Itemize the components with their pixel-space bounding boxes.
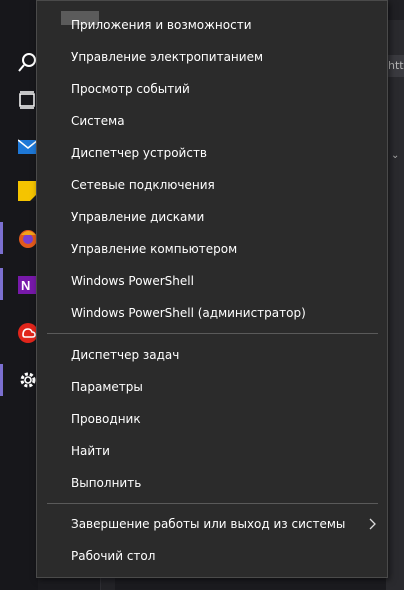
menu-item-label: Параметры (71, 380, 143, 394)
background-window: http ⌄ (386, 0, 404, 590)
menu-item-label: Диспетчер устройств (71, 146, 208, 160)
menu-item-task-manager[interactable]: Диспетчер задач (37, 339, 387, 371)
sticky-notes-icon (18, 181, 38, 201)
menu-item-computer-management[interactable]: Управление компьютером (37, 233, 387, 265)
menu-item-label: Управление электропитанием (71, 50, 263, 64)
menu-item-event-viewer[interactable]: Просмотр событий (37, 73, 387, 105)
menu-item-label: Проводник (71, 412, 141, 426)
taskbar-search[interactable] (0, 42, 38, 82)
menu-item-label: Управление компьютером (71, 242, 238, 256)
svg-text:N: N (21, 278, 30, 293)
menu-item-powershell[interactable]: Windows PowerShell (37, 265, 387, 297)
menu-item-shutdown-signout[interactable]: Завершение работы или выход из системы (37, 508, 387, 540)
onenote-icon: N (18, 276, 36, 294)
taskbar-creative-cloud[interactable] (0, 312, 38, 352)
taskbar-onenote[interactable]: N (0, 264, 38, 304)
chevron-down-icon: ⌄ (391, 150, 400, 161)
taskbar: N (0, 0, 38, 590)
firefox-icon (19, 230, 37, 248)
menu-item-label: Найти (71, 444, 110, 458)
settings-gear-icon (20, 372, 36, 388)
menu-item-label: Выполнить (71, 476, 142, 490)
menu-item-settings[interactable]: Параметры (37, 371, 387, 403)
menu-item-label: Windows PowerShell (администратор) (71, 306, 306, 320)
menu-item-label: Управление дисками (71, 210, 205, 224)
menu-item-label: Сетевые подключения (71, 178, 215, 192)
taskbar-mail[interactable] (0, 126, 38, 166)
menu-item-device-manager[interactable]: Диспетчер устройств (37, 137, 387, 169)
background-tab (388, 0, 404, 20)
search-icon (18, 53, 36, 72)
menu-item-network-connections[interactable]: Сетевые подключения (37, 169, 387, 201)
menu-item-power-options[interactable]: Управление электропитанием (37, 41, 387, 73)
menu-item-apps-features[interactable]: Приложения и возможности (37, 9, 387, 41)
taskbar-sticky-notes[interactable] (0, 170, 38, 210)
menu-item-desktop[interactable]: Рабочий стол (37, 540, 387, 572)
menu-item-label: Диспетчер задач (71, 348, 180, 362)
start-context-menu: Приложения и возможности Управление элек… (36, 0, 388, 578)
menu-item-label: Система (71, 114, 125, 128)
menu-item-system[interactable]: Система (37, 105, 387, 137)
creative-cloud-icon (18, 323, 38, 343)
menu-separator (47, 503, 378, 504)
chevron-right-icon (369, 518, 376, 530)
menu-item-powershell-admin[interactable]: Windows PowerShell (администратор) (37, 297, 387, 329)
taskbar-settings[interactable] (0, 360, 38, 400)
menu-item-run[interactable]: Выполнить (37, 467, 387, 499)
task-view-icon (19, 91, 35, 109)
menu-item-label: Рабочий стол (71, 549, 156, 563)
menu-item-disk-management[interactable]: Управление дисками (37, 201, 387, 233)
menu-item-search[interactable]: Найти (37, 435, 387, 467)
taskbar-task-view[interactable] (0, 80, 38, 120)
menu-item-file-explorer[interactable]: Проводник (37, 403, 387, 435)
background-address-bar[interactable]: http (388, 55, 404, 77)
menu-separator (47, 333, 378, 334)
menu-item-label: Завершение работы или выход из системы (71, 517, 346, 531)
mail-icon (18, 139, 38, 154)
menu-item-label: Windows PowerShell (71, 274, 194, 288)
taskbar-firefox[interactable] (0, 218, 38, 258)
menu-item-label: Приложения и возможности (71, 18, 252, 32)
menu-item-label: Просмотр событий (71, 82, 190, 96)
screen: N http ⌄ Приложения и возможности У (0, 0, 404, 590)
